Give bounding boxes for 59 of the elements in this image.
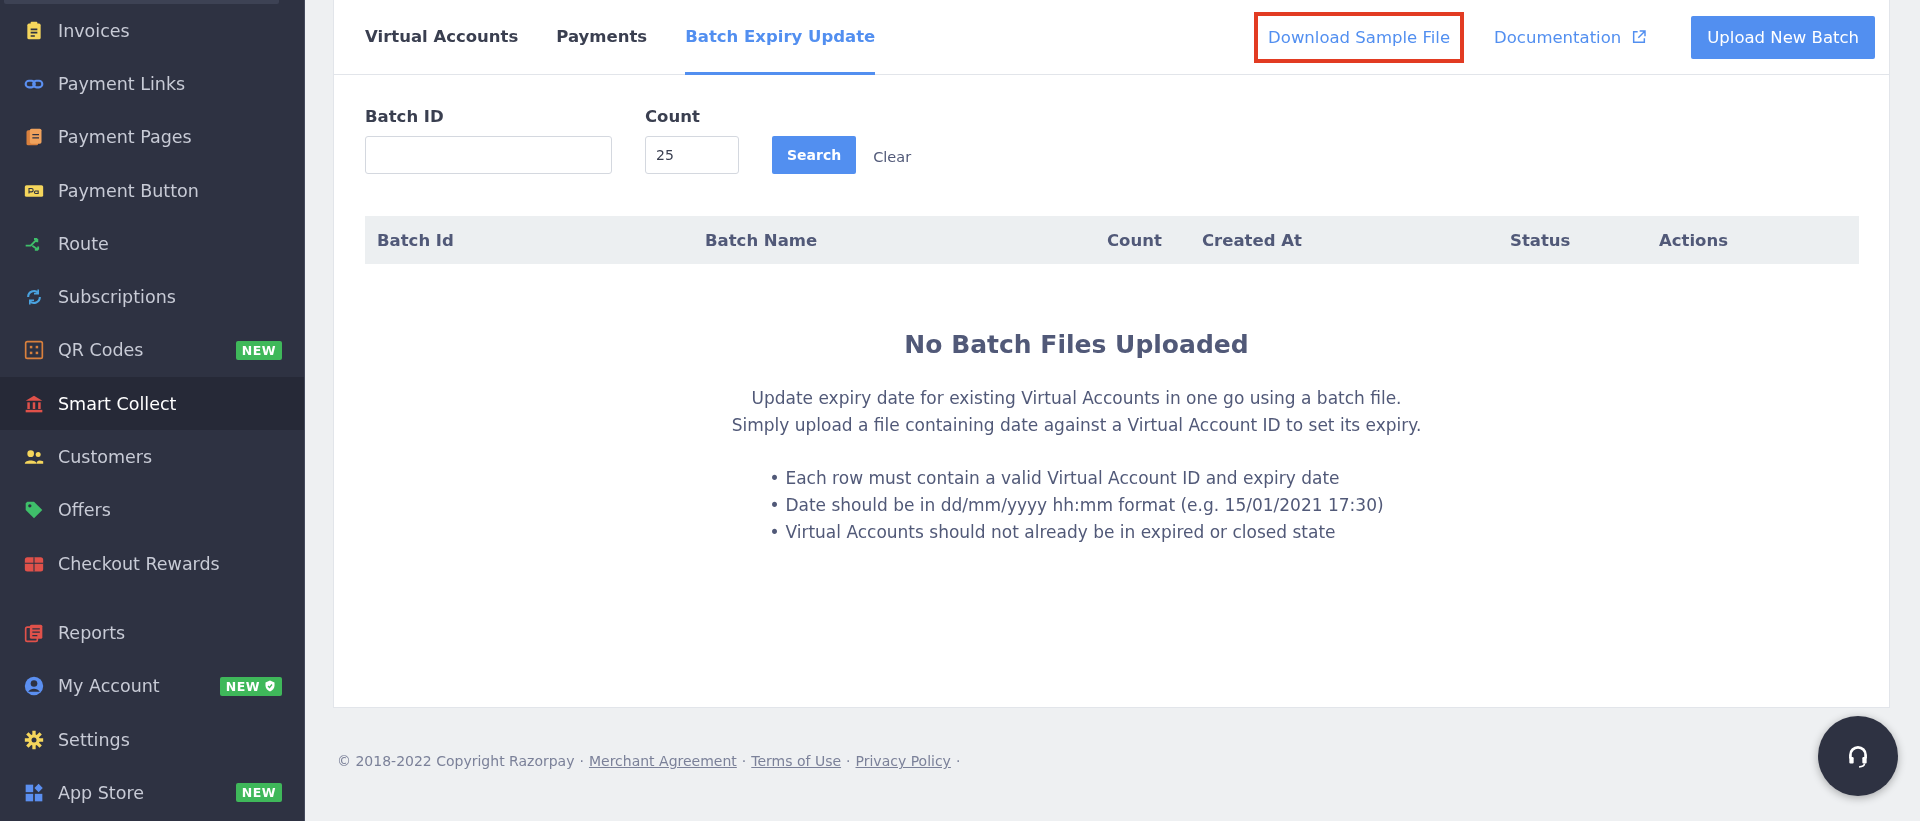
separator: · bbox=[955, 753, 961, 769]
bullet-text: Virtual Accounts should not already be in expired or closed state bbox=[785, 521, 1336, 544]
sidebar-item[interactable]: Invoices bbox=[0, 4, 304, 58]
tab[interactable]: Virtual Accounts bbox=[365, 0, 519, 75]
separator: · bbox=[741, 753, 747, 769]
support-button[interactable] bbox=[1818, 716, 1898, 796]
clear-button[interactable]: Clear bbox=[873, 140, 912, 174]
document-icon bbox=[24, 127, 44, 148]
sync-icon bbox=[24, 287, 44, 308]
field-label: Count bbox=[645, 107, 701, 126]
column-header: Actions bbox=[1659, 230, 1729, 250]
people-icon bbox=[24, 447, 44, 467]
sidebar-item[interactable]: Route bbox=[0, 217, 304, 271]
grid-icon bbox=[24, 782, 44, 803]
bullet-text: Date should be in dd/mm/yyyy hh:mm format (e.g. 15/01/2021 17:30) bbox=[785, 494, 1384, 517]
bullet-text: Each row must contain a valid Virtual Account ID and expiry date bbox=[785, 467, 1340, 490]
footer-link[interactable]: Privacy Policy bbox=[855, 753, 951, 769]
sidebar-item[interactable]: Payment Button bbox=[0, 163, 304, 218]
user-icon bbox=[24, 676, 44, 697]
new-badge: NEW bbox=[219, 676, 282, 696]
copyright-text: © 2018-2022 Copyright Razorpay bbox=[337, 753, 575, 769]
separator: · bbox=[579, 753, 584, 769]
description-text: Simply upload a file containing date against a Virtual Account ID to set its expiry. bbox=[731, 414, 1422, 437]
column-header: Batch Name bbox=[705, 230, 819, 250]
description-text: Update expiry date for existing Virtual Accounts in one go using a batch file. bbox=[751, 387, 1402, 410]
sidebar-item[interactable]: Payment Links bbox=[0, 57, 304, 111]
sidebar-item[interactable]: My Account NEW bbox=[0, 659, 304, 713]
empty-state-title: No Batch Files Uploaded bbox=[904, 330, 1249, 359]
bullet: • bbox=[769, 521, 780, 544]
input-field[interactable]: 25 bbox=[645, 136, 739, 174]
new-badge: NEW bbox=[235, 340, 282, 360]
column-header: Count bbox=[1107, 230, 1163, 250]
sidebar-item[interactable]: App Store NEW bbox=[0, 766, 304, 820]
sidebar-item[interactable]: Checkout Rewards bbox=[0, 536, 304, 591]
new-badge: NEW bbox=[235, 783, 282, 803]
tag-icon bbox=[24, 500, 44, 521]
sidebar-item[interactable]: Payment Pages bbox=[0, 110, 304, 164]
column-header: Batch Id bbox=[377, 230, 455, 250]
bank-icon bbox=[24, 393, 44, 414]
sidebar-item[interactable]: Subscriptions bbox=[0, 270, 304, 324]
sidebar-item[interactable]: Customers bbox=[0, 430, 304, 484]
report-icon bbox=[24, 622, 44, 643]
sidebar-item[interactable]: Settings bbox=[0, 712, 304, 767]
tab[interactable]: Payments bbox=[556, 0, 648, 75]
field-label: Batch ID bbox=[365, 107, 445, 126]
sidebar-item[interactable]: QR Codes NEW bbox=[0, 323, 304, 378]
separator: · bbox=[846, 753, 851, 769]
sidebar-item[interactable]: Reports bbox=[0, 606, 304, 660]
column-header: Created At bbox=[1202, 230, 1303, 250]
bullet: • bbox=[769, 467, 780, 490]
column-header: Status bbox=[1510, 230, 1572, 250]
external-link-icon bbox=[1631, 29, 1648, 45]
bullet: • bbox=[769, 494, 780, 517]
gear-icon bbox=[24, 729, 44, 750]
sidebar-item[interactable]: Offers bbox=[0, 483, 304, 537]
clipboard-icon bbox=[24, 20, 44, 41]
qr-code-icon bbox=[24, 340, 44, 361]
sidebar-item[interactable]: Smart Collect bbox=[0, 377, 304, 431]
input-field[interactable] bbox=[365, 136, 612, 174]
